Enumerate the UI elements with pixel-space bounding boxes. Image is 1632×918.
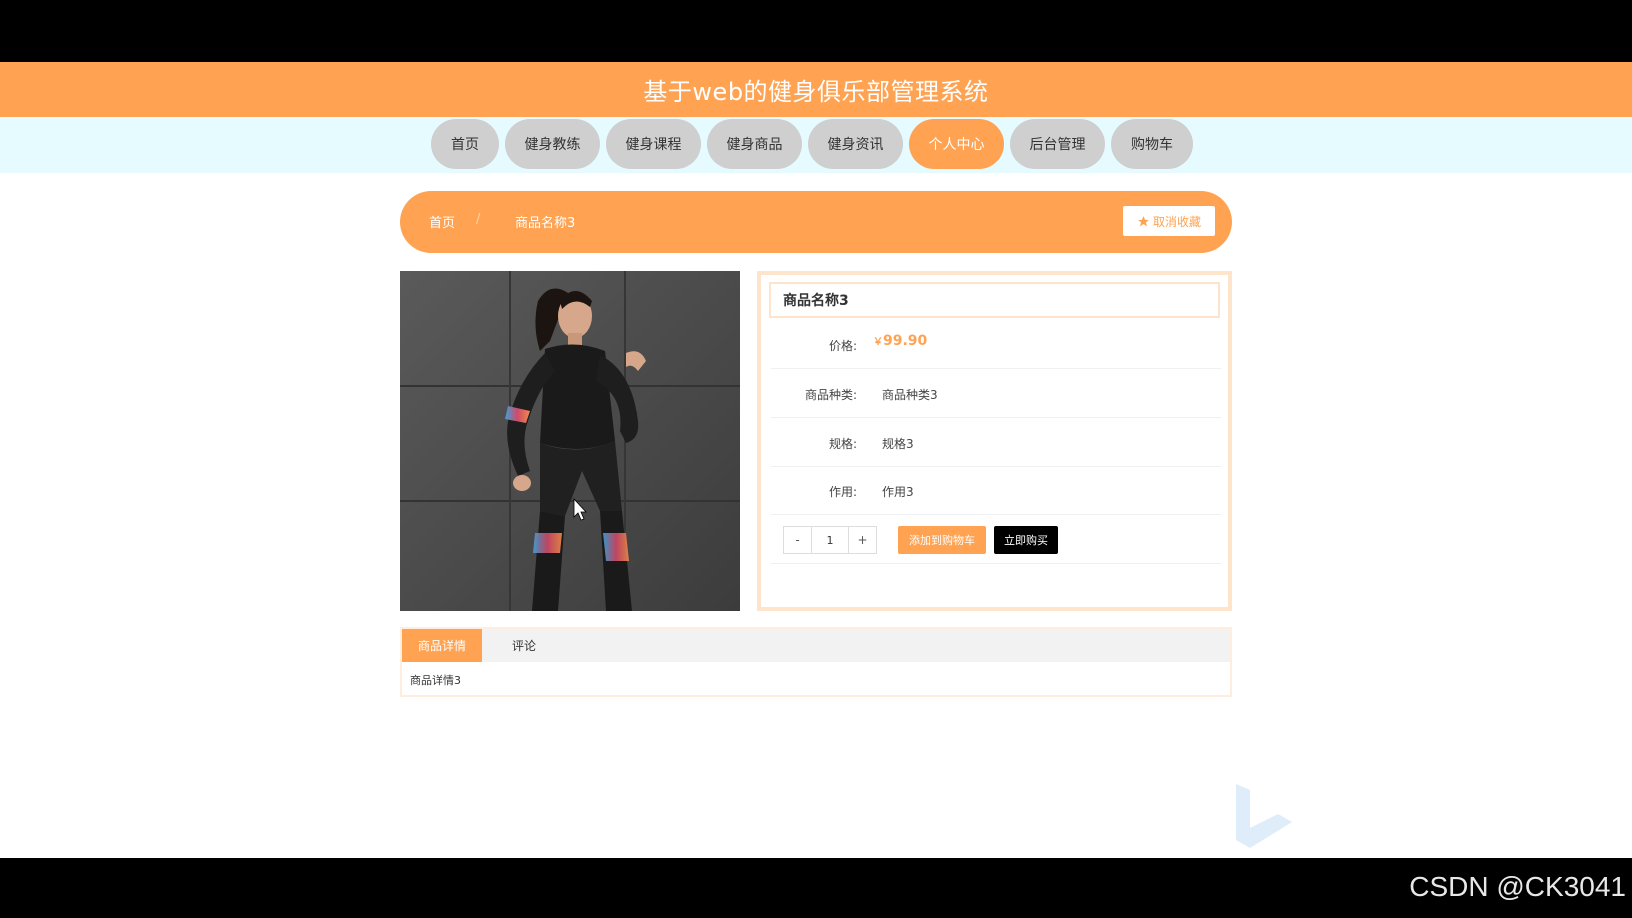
player-logo-icon	[1236, 784, 1292, 852]
purchase-actions: - + 添加到购物车 立即购买	[771, 521, 1221, 564]
buy-now-button[interactable]: 立即购买	[994, 526, 1058, 554]
unfavorite-label: 取消收藏	[1152, 214, 1201, 229]
screen: 基于web的健身俱乐部管理系统 首页 健身教练 健身课程 健身商品 健身资讯 个…	[0, 0, 1632, 918]
price-label: 价格:	[828, 339, 857, 353]
nav-item-products[interactable]: 健身商品	[707, 119, 802, 169]
breadcrumb: 首页 / 商品名称3 取消收藏	[400, 191, 1232, 253]
tab-header: 商品详情 评论	[402, 629, 1230, 662]
product-detail-panel: 商品名称3 价格: ￥99.90 商品种类: 商品种类3 规格: 规格3 作用:…	[757, 271, 1232, 611]
nav-item-home[interactable]: 首页	[431, 119, 499, 169]
unfavorite-button[interactable]: 取消收藏	[1123, 206, 1215, 236]
product-title: 商品名称3	[769, 282, 1220, 318]
star-icon	[1137, 215, 1150, 228]
tab-product-details[interactable]: 商品详情	[402, 629, 482, 662]
product-image	[400, 271, 740, 611]
increase-quantity-button[interactable]: +	[849, 527, 876, 553]
nav-item-courses[interactable]: 健身课程	[606, 119, 701, 169]
nav-item-profile[interactable]: 个人中心	[909, 119, 1004, 169]
category-value: 商品种类3	[882, 388, 938, 402]
effect-value: 作用3	[882, 485, 914, 499]
effect-row: 作用: 作用3	[771, 466, 1221, 515]
category-label: 商品种类:	[804, 388, 857, 402]
watermark: CSDN @CK3041	[1409, 871, 1626, 902]
nav-item-cart[interactable]: 购物车	[1111, 119, 1193, 169]
quantity-stepper: - +	[783, 526, 877, 554]
athlete-photo	[400, 271, 740, 611]
tab-comments[interactable]: 评论	[482, 629, 566, 662]
breadcrumb-home-link[interactable]: 首页	[429, 212, 455, 231]
add-to-cart-button[interactable]: 添加到购物车	[898, 526, 986, 554]
site-title: 基于web的健身俱乐部管理系统	[643, 78, 989, 106]
nav-item-admin[interactable]: 后台管理	[1010, 119, 1105, 169]
spec-label: 规格:	[828, 437, 857, 451]
breadcrumb-current: 商品名称3	[515, 216, 576, 231]
category-row: 商品种类: 商品种类3	[771, 369, 1221, 418]
nav-item-news[interactable]: 健身资讯	[808, 119, 903, 169]
price-value: ￥99.90	[873, 333, 928, 349]
nav-list: 首页 健身教练 健身课程 健身商品 健身资讯 个人中心 后台管理 购物车	[431, 119, 1193, 171]
nav-item-coaches[interactable]: 健身教练	[505, 119, 600, 169]
product-tabs: 商品详情 评论 商品详情3	[400, 627, 1232, 697]
price-row: 价格: ￥99.90	[771, 320, 1221, 369]
web-page: 基于web的健身俱乐部管理系统 首页 健身教练 健身课程 健身商品 健身资讯 个…	[0, 62, 1632, 858]
site-header: 基于web的健身俱乐部管理系统	[0, 62, 1632, 117]
decrease-quantity-button[interactable]: -	[784, 527, 811, 553]
spec-value: 规格3	[882, 437, 914, 451]
effect-label: 作用:	[828, 485, 857, 499]
breadcrumb-separator: /	[476, 212, 481, 227]
spec-row: 规格: 规格3	[771, 418, 1221, 467]
nav-bar: 首页 健身教练 健身课程 健身商品 健身资讯 个人中心 后台管理 购物车	[0, 117, 1632, 173]
quantity-input[interactable]	[811, 527, 849, 553]
tab-content: 商品详情3	[410, 674, 461, 687]
